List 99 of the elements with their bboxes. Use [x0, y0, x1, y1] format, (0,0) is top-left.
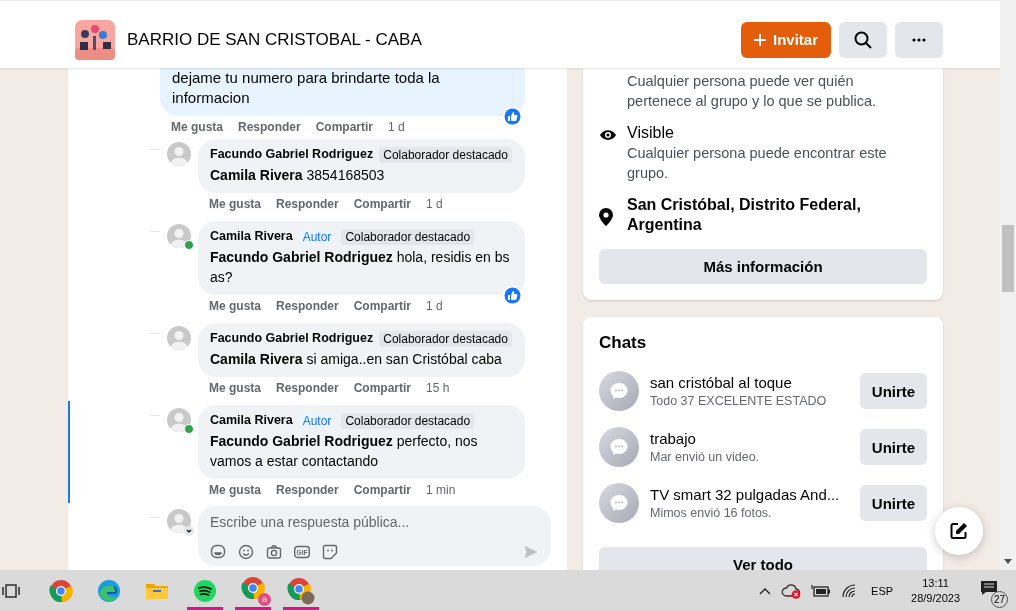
- author-badge: Autor: [298, 412, 336, 429]
- avatar: [167, 509, 191, 533]
- chat-avatar-icon: [599, 427, 639, 467]
- comment-time[interactable]: 1 d: [426, 196, 443, 212]
- comment-time[interactable]: 15 h: [426, 380, 450, 396]
- chat-name: trabajo: [650, 428, 697, 449]
- comment-author[interactable]: Facundo Gabriel Rodriguez: [210, 146, 374, 163]
- about-title: Visible: [627, 123, 675, 143]
- eye-icon: [599, 129, 617, 141]
- comment-author[interactable]: Camila Rivera: [210, 412, 293, 429]
- avatar: [167, 142, 191, 166]
- speech-bubble-icon[interactable]: [210, 544, 226, 560]
- comment-action-link[interactable]: Me gusta: [209, 482, 261, 498]
- comment-action-link[interactable]: Compartir: [353, 482, 412, 498]
- comment-action-link[interactable]: Me gusta: [209, 380, 261, 396]
- contributor-badge: Colaborador destacado: [341, 228, 475, 245]
- chat-last-message: Mar envió un video.: [650, 448, 761, 466]
- avatar: [167, 408, 191, 432]
- chat-item[interactable]: trabajo Mar envió un video. Unirte: [599, 419, 927, 475]
- comment-action-link[interactable]: Compartir: [353, 380, 412, 396]
- contributor-badge: Colaborador destacado: [379, 146, 512, 163]
- location-pin-icon: [599, 208, 613, 226]
- comment-time[interactable]: 1 d: [388, 119, 405, 135]
- comment-author[interactable]: Camila Rivera: [210, 228, 293, 245]
- chat-last-message: Mimos envió 16 fotos.: [650, 504, 773, 522]
- chat-name: TV smart 32 pulgadas And...: [650, 484, 841, 505]
- spotify-icon[interactable]: [193, 578, 217, 603]
- task-view-icon[interactable]: [2, 581, 20, 600]
- comment-text: Facundo Gabriel Rodriguez perfecto, nos vamos a estar contactando: [210, 432, 479, 471]
- comment-action-link[interactable]: Responder: [238, 119, 301, 135]
- chevron-down-icon: [184, 526, 194, 536]
- comment-author[interactable]: Facundo Gabriel Rodriguez: [210, 330, 374, 347]
- join-button[interactable]: Unirte: [860, 485, 927, 521]
- new-message-button[interactable]: [935, 507, 983, 555]
- scroll-down-arrow-icon[interactable]: [1004, 559, 1012, 564]
- scrollbar[interactable]: [1000, 0, 1016, 570]
- chat-item[interactable]: san cristóbal al toque Todo 37 EXCELENTE ESTADO Unirte: [599, 363, 927, 419]
- chat-avatar-icon: [599, 371, 639, 411]
- battery-charging-icon[interactable]: [811, 583, 832, 598]
- comment-action-link[interactable]: Me gusta: [171, 119, 223, 135]
- comment-text: dejame tu numero para brindarte toda la informacion: [172, 68, 441, 108]
- scrollbar-thumb[interactable]: [1002, 225, 1014, 292]
- more-icon: [912, 37, 926, 42]
- plus-icon: [754, 33, 766, 46]
- comment-time[interactable]: 1 d: [426, 298, 443, 314]
- contributor-badge: Colaborador destacado: [379, 330, 512, 347]
- clock-date[interactable]: 28/9/2023: [911, 590, 960, 606]
- comment-action-link[interactable]: Compartir: [353, 298, 412, 314]
- chat-avatar-icon: [599, 483, 639, 523]
- comment-action-link[interactable]: Me gusta: [209, 298, 261, 314]
- chrome-icon[interactable]: [49, 578, 73, 603]
- chats-heading: Chats: [599, 333, 648, 353]
- chevron-up-icon[interactable]: [759, 586, 772, 595]
- search-icon: [854, 30, 872, 49]
- chrome-logo-icon: [241, 575, 265, 600]
- profile-badge: a: [258, 592, 271, 606]
- chat-item[interactable]: TV smart 32 pulgadas And... Mimos envió 16 fotos. Unirte: [599, 475, 927, 531]
- about-description: Cualquier persona puede encontrar este grupo.: [627, 144, 887, 183]
- notification-count: 27: [991, 590, 1008, 608]
- about-title: San Cristóbal, Distrito Federal, Argentina: [627, 195, 862, 235]
- join-button[interactable]: Unirte: [860, 429, 927, 465]
- wifi-icon[interactable]: [841, 582, 858, 599]
- compose-icon: [949, 521, 969, 541]
- search-button[interactable]: [839, 21, 887, 58]
- clock-time[interactable]: 13:11: [922, 575, 949, 591]
- chat-last-message: Todo 37 EXCELENTE ESTADO: [650, 392, 828, 410]
- comment-action-link[interactable]: Responder: [276, 298, 339, 314]
- more-info-button[interactable]: Más información: [599, 249, 927, 284]
- comment-text: Camila Rivera 3854168503: [210, 166, 386, 185]
- comment-text: Facundo Gabriel Rodriguez hola, residis en bs as?: [210, 248, 511, 287]
- comment-action-link[interactable]: Responder: [276, 196, 339, 212]
- see-all-button[interactable]: Ver todo: [599, 547, 927, 570]
- group-illustration: [75, 19, 115, 60]
- edge-icon[interactable]: [97, 578, 121, 603]
- comment-time[interactable]: 1 min: [426, 482, 456, 498]
- cloud-error-icon[interactable]: [781, 582, 802, 599]
- chrome-icon[interactable]: a: [241, 575, 271, 606]
- chat-name: san cristóbal al toque: [650, 372, 793, 393]
- avatar: [167, 224, 191, 248]
- input-language[interactable]: ESP: [871, 584, 894, 597]
- invite-button[interactable]: Invitar: [741, 21, 831, 58]
- author-badge: Autor: [298, 228, 336, 245]
- comment-text: Camila Rivera si amiga..en san Cristóbal caba: [210, 350, 503, 369]
- group-name[interactable]: BARRIO DE SAN CRISTOBAL - CABA: [127, 29, 741, 50]
- contributor-badge: Colaborador destacado: [341, 412, 475, 429]
- comment-action-link[interactable]: Responder: [276, 380, 339, 396]
- comment-action-link[interactable]: Compartir: [315, 119, 374, 135]
- comment-action-link[interactable]: Me gusta: [209, 196, 261, 212]
- camera-icon[interactable]: [266, 544, 282, 560]
- avatar: [167, 326, 191, 350]
- sticker-icon[interactable]: [322, 544, 338, 560]
- reply-input-field[interactable]: Escribe una respuesta pública...: [210, 510, 539, 534]
- join-button[interactable]: Unirte: [860, 373, 927, 409]
- comment-action-link[interactable]: Compartir: [353, 196, 412, 212]
- comment-action-link[interactable]: Responder: [276, 482, 339, 498]
- chrome-icon[interactable]: [287, 576, 315, 605]
- notifications-icon[interactable]: [980, 579, 998, 596]
- emoji-icon[interactable]: [238, 544, 254, 560]
- about-description: Cualquier persona puede ver quién pertenece al grupo y lo que se publica.: [626, 72, 878, 111]
